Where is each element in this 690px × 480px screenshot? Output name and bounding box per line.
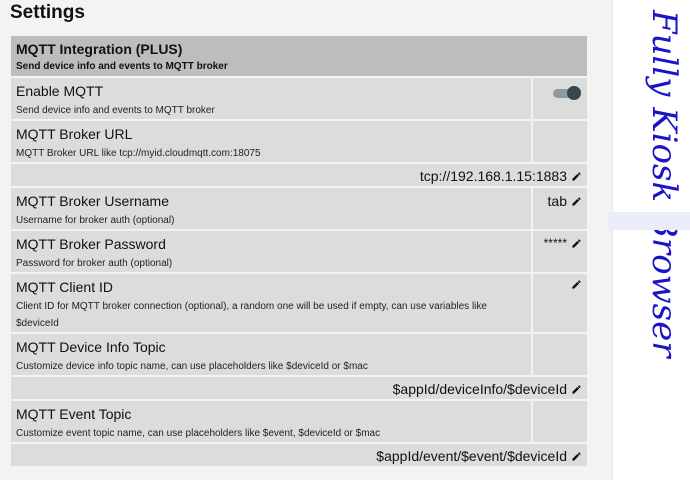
setting-title: MQTT Broker URL bbox=[16, 126, 133, 142]
setting-description: Username for broker auth (optional) bbox=[16, 215, 175, 226]
faded-overlay bbox=[608, 212, 690, 230]
setting-title: MQTT Device Info Topic bbox=[16, 339, 166, 355]
setting-broker-password[interactable]: MQTT Broker Password Password for broker… bbox=[11, 231, 587, 274]
broker-username-value: tab bbox=[547, 193, 567, 209]
device-info-topic-value-row[interactable]: $appId/deviceInfo/$deviceId bbox=[11, 377, 587, 401]
pencil-icon[interactable] bbox=[571, 171, 582, 182]
setting-description: Password for broker auth (optional) bbox=[16, 258, 173, 269]
setting-event-topic[interactable]: MQTT Event Topic Customize event topic n… bbox=[11, 401, 587, 444]
broker-password-value: ***** bbox=[543, 236, 567, 250]
section-title: MQTT Integration (PLUS) bbox=[16, 41, 183, 57]
brand-panel: Fully Kiosk Browser bbox=[612, 0, 690, 480]
pencil-icon[interactable] bbox=[571, 384, 582, 395]
setting-description: Client ID for MQTT broker connection (op… bbox=[16, 301, 487, 329]
setting-description: Send device info and events to MQTT brok… bbox=[16, 105, 215, 116]
setting-title: MQTT Broker Username bbox=[16, 193, 169, 209]
setting-client-id[interactable]: MQTT Client ID Client ID for MQTT broker… bbox=[11, 274, 587, 334]
pencil-icon[interactable] bbox=[571, 451, 582, 462]
brand-text: Fully Kiosk Browser bbox=[644, 9, 681, 359]
broker-url-value: tcp://192.168.1.15:1883 bbox=[419, 168, 567, 184]
event-topic-value: $appId/event/$event/$deviceId bbox=[376, 448, 567, 464]
setting-title: MQTT Broker Password bbox=[16, 236, 166, 252]
brand-logo: Fully Kiosk Browser bbox=[644, 9, 681, 359]
setting-description: MQTT Broker URL like tcp://myid.cloudmqt… bbox=[16, 148, 261, 159]
setting-device-info-topic[interactable]: MQTT Device Info Topic Customize device … bbox=[11, 334, 587, 377]
section-header: MQTT Integration (PLUS) Send device info… bbox=[11, 36, 587, 78]
enable-mqtt-toggle[interactable] bbox=[553, 86, 581, 100]
setting-broker-username[interactable]: MQTT Broker Username Username for broker… bbox=[11, 188, 587, 231]
setting-description: Customize device info topic name, can us… bbox=[16, 361, 368, 372]
page-title: Settings bbox=[10, 2, 85, 23]
settings-list: MQTT Integration (PLUS) Send device info… bbox=[11, 36, 587, 468]
setting-title: MQTT Client ID bbox=[16, 279, 113, 295]
pencil-icon[interactable] bbox=[571, 279, 582, 290]
setting-enable-mqtt[interactable]: Enable MQTT Send device info and events … bbox=[11, 78, 587, 121]
setting-broker-url[interactable]: MQTT Broker URL MQTT Broker URL like tcp… bbox=[11, 121, 587, 164]
toggle-knob bbox=[567, 86, 581, 100]
pencil-icon[interactable] bbox=[571, 196, 582, 207]
setting-title: Enable MQTT bbox=[16, 83, 104, 99]
settings-page: Settings MQTT Integration (PLUS) Send de… bbox=[0, 0, 612, 480]
setting-description: Customize event topic name, can use plac… bbox=[16, 428, 381, 439]
event-topic-value-row[interactable]: $appId/event/$event/$deviceId bbox=[11, 444, 587, 468]
pencil-icon[interactable] bbox=[571, 238, 582, 249]
broker-url-value-row[interactable]: tcp://192.168.1.15:1883 bbox=[11, 164, 587, 188]
section-subtitle: Send device info and events to MQTT brok… bbox=[16, 61, 228, 72]
device-info-topic-value: $appId/deviceInfo/$deviceId bbox=[392, 381, 567, 397]
setting-title: MQTT Event Topic bbox=[16, 406, 132, 422]
